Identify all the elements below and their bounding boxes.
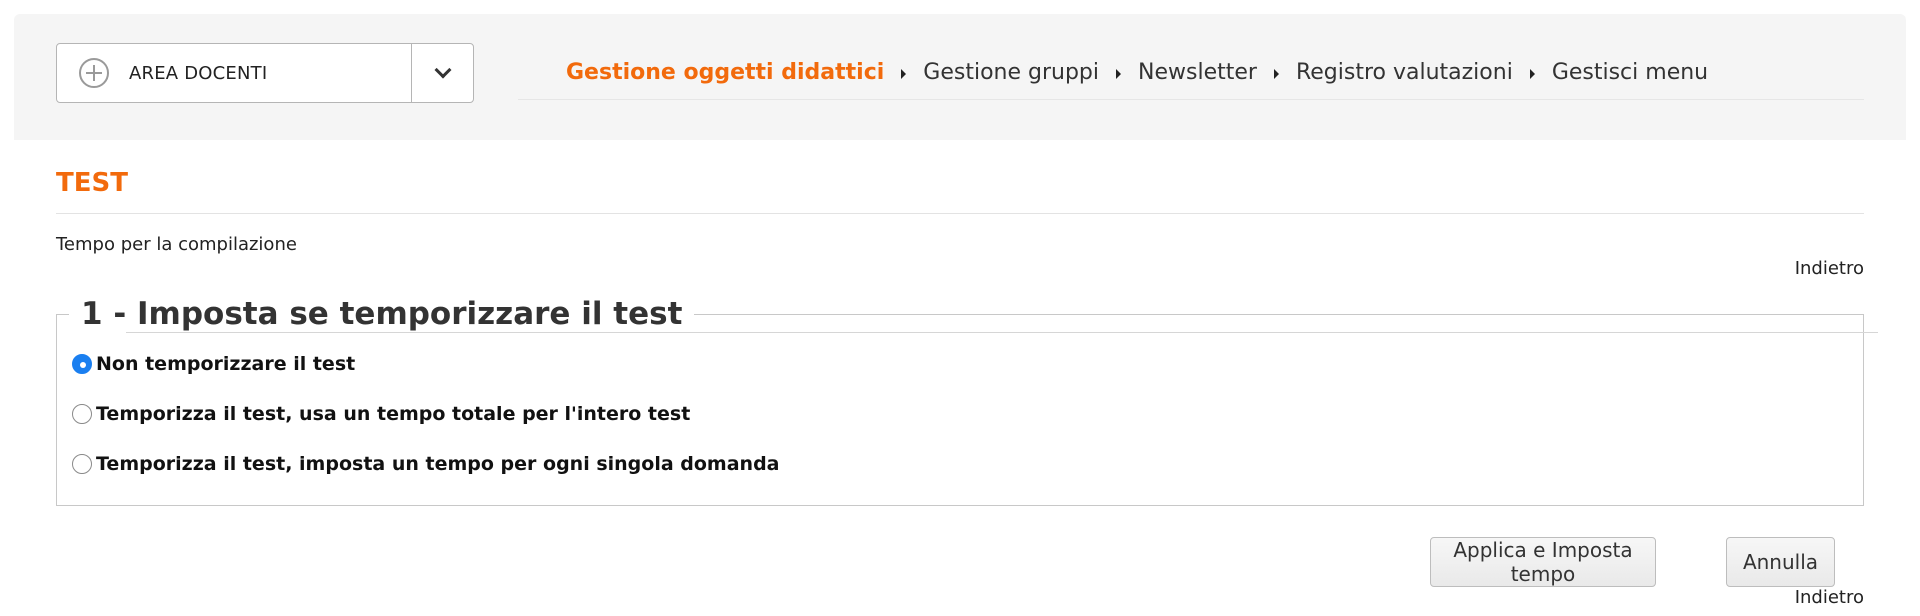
caret-right-icon	[1116, 69, 1122, 79]
option-per-question-time[interactable]: Temporizza il test, imposta un tempo per…	[72, 453, 780, 475]
option-label: Temporizza il test, usa un tempo totale …	[96, 403, 691, 425]
caret-right-icon	[901, 69, 907, 79]
cancel-button[interactable]: Annulla	[1726, 537, 1835, 587]
page-title: TEST	[56, 168, 128, 198]
chevron-down-icon	[434, 61, 451, 79]
area-selector-main[interactable]: AREA DOCENTI	[57, 44, 411, 102]
main-nav: Gestione oggetti didattici Gestione grup…	[518, 60, 1864, 100]
nav-item-gestione-gruppi[interactable]: Gestione gruppi	[923, 60, 1099, 85]
option-label: Non temporizzare il test	[96, 353, 356, 375]
plus-circle-icon	[79, 58, 109, 88]
radio-total-time[interactable]	[72, 404, 92, 424]
page-subtitle: Tempo per la compilazione	[56, 234, 297, 255]
legend-divider	[126, 332, 1878, 333]
radio-no-timer[interactable]	[72, 354, 92, 374]
back-link-top[interactable]: Indietro	[1795, 258, 1864, 279]
back-link-bottom[interactable]: Indietro	[1795, 587, 1864, 608]
nav-item-gestione-oggetti-didattici[interactable]: Gestione oggetti didattici	[566, 60, 884, 85]
caret-right-icon	[1529, 69, 1535, 79]
option-total-time[interactable]: Temporizza il test, usa un tempo totale …	[72, 403, 690, 425]
fieldset-legend: 1 - Imposta se temporizzare il test	[81, 296, 683, 332]
caret-right-icon	[1273, 69, 1279, 79]
radio-per-question-time[interactable]	[72, 454, 92, 474]
option-no-timer[interactable]: Non temporizzare il test	[72, 353, 355, 375]
apply-set-time-button[interactable]: Applica e Imposta tempo	[1430, 537, 1656, 587]
nav-item-gestisci-menu[interactable]: Gestisci menu	[1552, 60, 1708, 85]
option-label: Temporizza il test, imposta un tempo per…	[96, 453, 780, 475]
nav-item-registro-valutazioni[interactable]: Registro valutazioni	[1296, 60, 1513, 85]
area-dropdown-toggle[interactable]	[411, 44, 473, 102]
nav-item-newsletter[interactable]: Newsletter	[1138, 60, 1257, 85]
area-selector-label: AREA DOCENTI	[129, 62, 268, 84]
title-divider	[56, 213, 1864, 214]
area-selector[interactable]: AREA DOCENTI	[56, 43, 474, 103]
